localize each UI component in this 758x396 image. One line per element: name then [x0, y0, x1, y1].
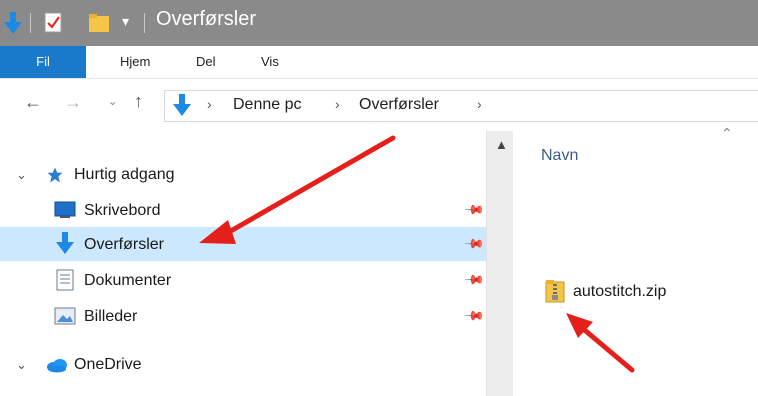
address-bar: ← → ⌄ ↑ › Denne pc › Overførsler › [0, 79, 758, 131]
tab-vis[interactable]: Vis [261, 46, 279, 78]
breadcrumb-separator-icon[interactable]: › [477, 96, 482, 112]
pin-icon[interactable]: 📌 [463, 233, 485, 256]
properties-icon[interactable] [44, 12, 64, 34]
title-separator [144, 13, 145, 33]
breadcrumb-separator-icon[interactable]: › [207, 96, 212, 112]
nav-item-billeder[interactable]: Billeder 📌 [0, 299, 486, 333]
desktop-icon [54, 201, 76, 218]
scroll-up-arrow-icon[interactable]: ▲ [495, 137, 508, 152]
nav-scrollbar[interactable]: ▲ [486, 131, 513, 396]
nav-item-skrivebord[interactable]: Skrivebord 📌 [0, 193, 486, 227]
nav-section-onedrive[interactable]: ⌄ OneDrive [0, 347, 486, 381]
nav-section-label: Hurtig adgang [74, 166, 175, 183]
nav-section-label: OneDrive [74, 356, 142, 373]
new-folder-icon[interactable] [88, 13, 110, 33]
expand-chevron-icon[interactable]: ⌄ [16, 357, 27, 373]
breadcrumb-overforsler[interactable]: Overførsler [359, 96, 439, 114]
nav-item-label: Skrivebord [84, 202, 161, 219]
zip-folder-icon [545, 280, 565, 303]
navigation-pane: ⌄ Hurtig adgang Skrivebord 📌 Overførsler… [0, 131, 512, 396]
pin-icon[interactable]: 📌 [463, 199, 485, 222]
nav-item-overforsler[interactable]: Overførsler 📌 [0, 227, 486, 261]
column-header-name[interactable]: Navn [541, 147, 578, 165]
nav-item-label: Overførsler [84, 236, 164, 253]
star-icon [47, 167, 63, 183]
pin-icon[interactable]: 📌 [463, 305, 485, 328]
forward-arrow-icon[interactable]: → [64, 92, 82, 113]
ribbon: Fil Hjem Del Vis [0, 46, 758, 79]
customize-toolbar-icon[interactable]: ▾ [122, 13, 129, 30]
file-list: ⌃ Navn autostitch.zip [513, 125, 758, 396]
window-title: Overførsler [156, 8, 256, 30]
download-arrow-icon [4, 12, 22, 34]
nav-section-quick-access[interactable]: ⌄ Hurtig adgang [0, 157, 486, 191]
breadcrumb-separator-icon[interactable]: › [335, 96, 340, 112]
title-separator [30, 13, 31, 33]
tab-hjem[interactable]: Hjem [120, 46, 150, 78]
breadcrumb-denne-pc[interactable]: Denne pc [233, 96, 302, 114]
file-name: autostitch.zip [573, 283, 667, 300]
recent-locations-chevron-icon[interactable]: ⌄ [108, 95, 117, 108]
address-field[interactable]: › Denne pc › Overførsler › [164, 90, 758, 122]
sort-ascending-icon: ⌃ [721, 125, 733, 141]
title-bar: ▾ Overførsler [0, 0, 758, 46]
document-icon [56, 269, 74, 291]
pin-icon[interactable]: 📌 [463, 269, 485, 292]
tab-del[interactable]: Del [196, 46, 216, 78]
pictures-icon [54, 307, 76, 325]
expand-chevron-icon[interactable]: ⌄ [16, 167, 27, 183]
back-arrow-icon[interactable]: ← [24, 92, 42, 113]
nav-item-label: Dokumenter [84, 272, 172, 289]
nav-item-dokumenter[interactable]: Dokumenter 📌 [0, 263, 486, 297]
up-arrow-icon[interactable]: ↑ [134, 91, 143, 112]
nav-item-label: Billeder [84, 308, 138, 325]
download-arrow-icon [173, 94, 191, 116]
tab-fil[interactable]: Fil [0, 46, 86, 78]
download-arrow-icon [56, 232, 74, 254]
cloud-icon [47, 359, 67, 373]
